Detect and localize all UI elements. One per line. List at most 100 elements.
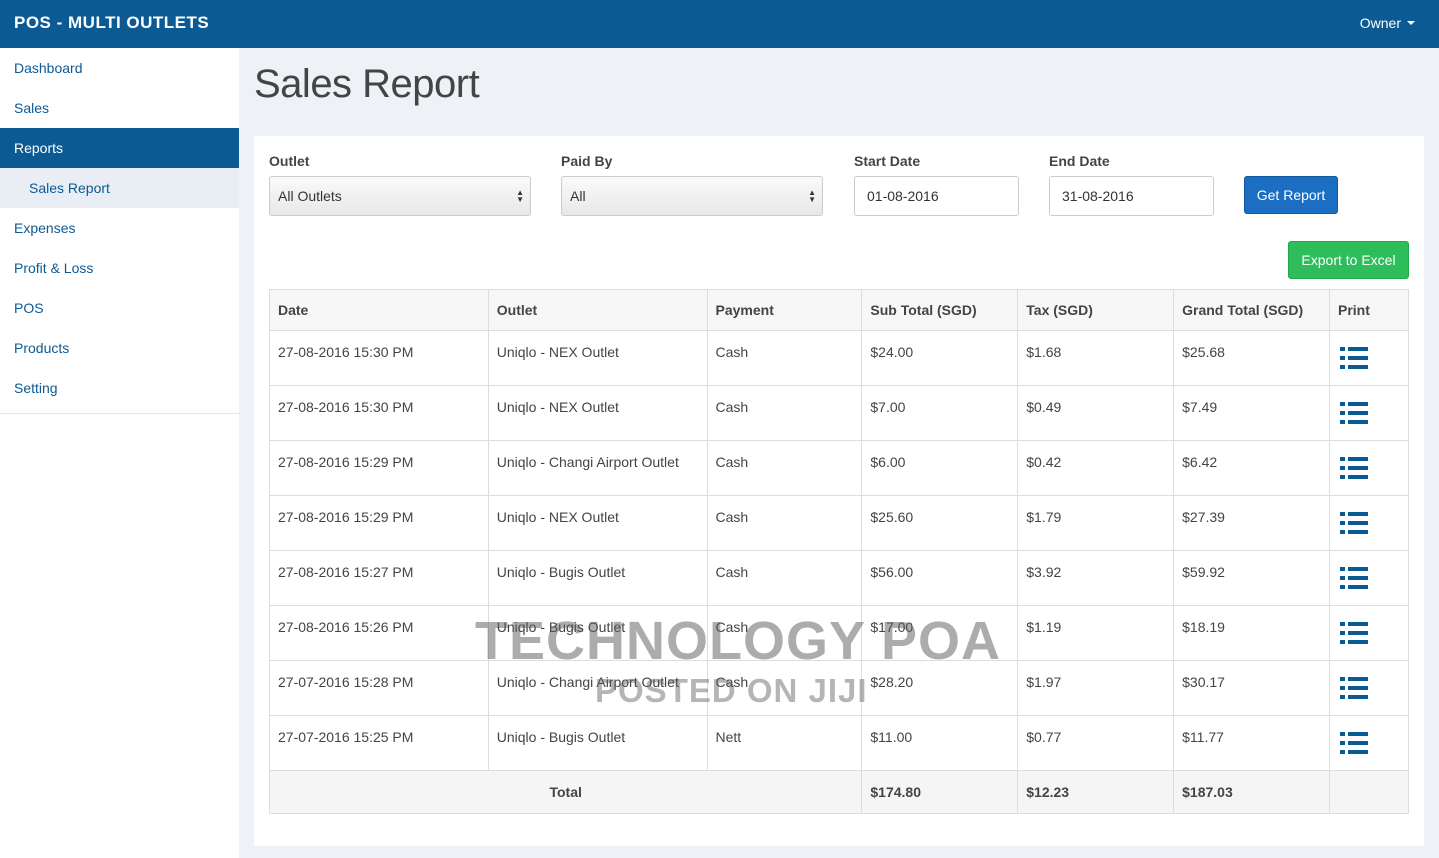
print-list-icon[interactable] [1340,512,1368,534]
column-header-outlet: Outlet [487,289,708,331]
cell-payment: Cash [706,495,863,551]
get-report-button[interactable]: Get Report [1244,176,1338,214]
total-print-empty [1329,770,1409,814]
start-date-label: Start Date [854,153,921,169]
sidebar-item-expenses[interactable]: Expenses [0,208,239,248]
outlet-label: Outlet [269,153,310,169]
table-row: 27-08-2016 15:29 PM Uniqlo - NEX Outlet … [269,495,1409,551]
cell-date: 27-08-2016 15:30 PM [269,330,489,386]
cell-date: 27-08-2016 15:26 PM [269,605,489,661]
column-header-date: Date [269,289,489,331]
cell-grand-total: $11.77 [1173,715,1330,771]
cell-grand-total: $18.19 [1173,605,1330,661]
cell-outlet: Uniqlo - Bugis Outlet [487,605,708,661]
cell-payment: Cash [706,605,863,661]
outlet-select[interactable]: All Outlets ▲ ▼ [269,176,531,216]
top-navbar: POS - MULTI OUTLETS Owner [0,0,1439,48]
start-date-input[interactable]: 01-08-2016 [854,176,1019,216]
cell-print [1329,385,1409,441]
cell-tax: $1.97 [1017,660,1175,716]
cell-outlet: Uniqlo - Bugis Outlet [487,715,708,771]
cell-sub-total: $25.60 [861,495,1019,551]
sales-report-table: Date Outlet Payment Sub Total (SGD) Tax … [268,289,1409,814]
cell-tax: $0.77 [1017,715,1175,771]
cell-print [1329,495,1409,551]
total-label: Total [268,770,863,814]
cell-grand-total: $27.39 [1173,495,1330,551]
outlet-filter: Outlet All Outlets ▲ ▼ [269,153,531,216]
table-row: 27-08-2016 15:30 PM Uniqlo - NEX Outlet … [269,330,1409,386]
print-list-icon[interactable] [1340,567,1368,589]
cell-tax: $1.19 [1017,605,1175,661]
cell-sub-total: $28.20 [861,660,1019,716]
cell-date: 27-08-2016 15:27 PM [269,550,489,606]
total-tax: $12.23 [1017,770,1175,814]
cell-outlet: Uniqlo - NEX Outlet [487,495,708,551]
paid-by-label: Paid By [561,153,613,169]
column-header-payment: Payment [706,289,863,331]
cell-date: 27-07-2016 15:28 PM [269,660,489,716]
caret-down-icon [1407,21,1415,25]
sidebar-item-sales-report[interactable]: Sales Report [0,168,239,208]
cell-outlet: Uniqlo - NEX Outlet [487,385,708,441]
print-list-icon[interactable] [1340,732,1368,754]
sidebar-item-profit-loss[interactable]: Profit & Loss [0,248,239,288]
total-grand-total: $187.03 [1173,770,1330,814]
select-arrows-icon: ▲ ▼ [516,188,524,204]
cell-sub-total: $17.00 [861,605,1019,661]
user-menu[interactable]: Owner [1360,15,1415,31]
cell-tax: $1.79 [1017,495,1175,551]
cell-payment: Cash [706,660,863,716]
print-list-icon[interactable] [1340,347,1368,369]
report-panel: Outlet All Outlets ▲ ▼ Paid By All ▲ ▼ Sta… [254,136,1424,846]
cell-outlet: Uniqlo - Changi Airport Outlet [487,440,708,496]
sidebar-item-sales[interactable]: Sales [0,88,239,128]
cell-outlet: Uniqlo - NEX Outlet [487,330,708,386]
column-header-sub-total: Sub Total (SGD) [861,289,1019,331]
cell-payment: Nett [706,715,863,771]
sidebar-item-products[interactable]: Products [0,328,239,368]
cell-tax: $0.42 [1017,440,1175,496]
print-list-icon[interactable] [1340,457,1368,479]
cell-sub-total: $6.00 [861,440,1019,496]
table-row: 27-08-2016 15:27 PM Uniqlo - Bugis Outle… [269,550,1409,606]
print-list-icon[interactable] [1340,402,1368,424]
total-sub-total: $174.80 [861,770,1019,814]
print-list-icon[interactable] [1340,677,1368,699]
sidebar-item-setting[interactable]: Setting [0,368,239,408]
table-row: 27-08-2016 15:26 PM Uniqlo - Bugis Outle… [269,605,1409,661]
app-title[interactable]: POS - MULTI OUTLETS [14,13,209,33]
user-menu-label: Owner [1359,15,1401,31]
sidebar-item-reports[interactable]: Reports [0,128,239,168]
sidebar-nav: Dashboard Sales Reports Sales Report Exp… [0,48,239,414]
cell-tax: $1.68 [1017,330,1175,386]
cell-sub-total: $11.00 [861,715,1019,771]
table-row: 27-07-2016 15:28 PM Uniqlo - Changi Airp… [269,660,1409,716]
outlet-select-value: All Outlets [278,188,342,204]
select-arrows-icon: ▲ ▼ [808,188,816,204]
sidebar-item-pos[interactable]: POS [0,288,239,328]
column-header-grand-total: Grand Total (SGD) [1173,289,1330,331]
sidebar: Dashboard Sales Reports Sales Report Exp… [0,48,239,858]
cell-print [1329,330,1409,386]
paid-by-select[interactable]: All ▲ ▼ [561,176,823,216]
table-body: 27-08-2016 15:30 PM Uniqlo - NEX Outlet … [268,330,1409,814]
paid-by-select-value: All [570,188,586,204]
cell-sub-total: $24.00 [861,330,1019,386]
cell-date: 27-08-2016 15:30 PM [269,385,489,441]
column-header-tax: Tax (SGD) [1017,289,1175,331]
end-date-label: End Date [1049,153,1110,169]
cell-date: 27-07-2016 15:25 PM [269,715,489,771]
cell-grand-total: $30.17 [1173,660,1330,716]
cell-date: 27-08-2016 15:29 PM [269,440,489,496]
export-excel-button[interactable]: Export to Excel [1288,241,1409,279]
cell-print [1329,440,1409,496]
cell-grand-total: $6.42 [1173,440,1330,496]
table-row: 27-08-2016 15:29 PM Uniqlo - Changi Airp… [269,440,1409,496]
cell-sub-total: $7.00 [861,385,1019,441]
end-date-input[interactable]: 31-08-2016 [1049,176,1214,216]
cell-grand-total: $25.68 [1173,330,1330,386]
print-list-icon[interactable] [1340,622,1368,644]
cell-tax: $3.92 [1017,550,1175,606]
sidebar-item-dashboard[interactable]: Dashboard [0,48,239,88]
